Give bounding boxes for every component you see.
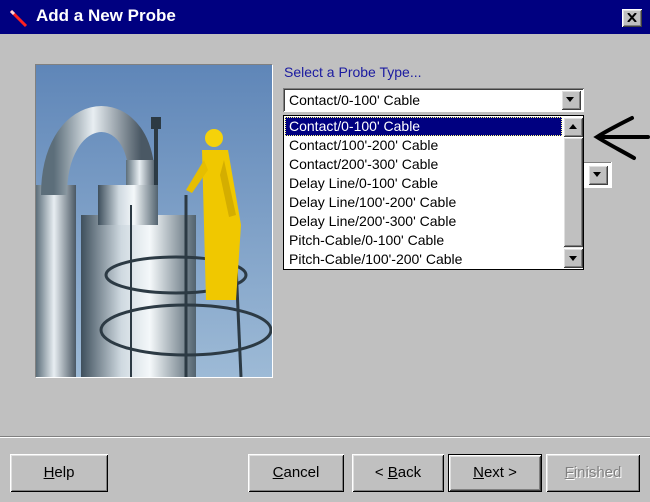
arrow-up-icon [569, 124, 577, 129]
list-item[interactable]: Contact/100'-200' Cable [285, 136, 562, 155]
scroll-up-button[interactable] [563, 117, 583, 137]
finished-button: Finished [546, 454, 640, 492]
help-button[interactable]: Help [10, 454, 108, 492]
probe-type-select-value: Contact/0-100' Cable [289, 92, 421, 108]
chevron-down-icon [566, 97, 574, 102]
back-button[interactable]: < Back [352, 454, 444, 492]
list-item[interactable]: Pitch-Cable/100'-200' Cable [285, 250, 562, 269]
close-button[interactable] [622, 9, 642, 27]
next-button[interactable]: Next > [448, 454, 542, 492]
probe-type-dropdown-button[interactable] [561, 90, 581, 110]
window-title: Add a New Probe [36, 6, 176, 25]
arrow-down-icon [569, 256, 577, 261]
close-icon [627, 13, 637, 22]
list-item[interactable]: Delay Line/0-100' Cable [285, 174, 562, 193]
secondary-dropdown-button[interactable] [588, 165, 608, 185]
listbox-scrollbar[interactable] [563, 117, 583, 268]
footer-divider [0, 436, 650, 438]
list-item[interactable]: Contact/200'-300' Cable [285, 155, 562, 174]
cancel-button[interactable]: Cancel [248, 454, 344, 492]
probe-type-select[interactable]: Contact/0-100' Cable [283, 88, 584, 112]
scroll-down-button[interactable] [563, 248, 583, 268]
scroll-thumb[interactable] [563, 137, 583, 247]
probe-illustration [35, 64, 273, 378]
annotation-arrow-icon [593, 116, 650, 160]
probe-type-listbox[interactable]: Contact/0-100' Cable Contact/100'-200' C… [283, 115, 584, 270]
list-item[interactable]: Delay Line/100'-200' Cable [285, 193, 562, 212]
probe-icon [9, 9, 28, 28]
list-item[interactable]: Delay Line/200'-300' Cable [285, 212, 562, 231]
list-item[interactable]: Contact/0-100' Cable [285, 117, 562, 136]
probe-type-label: Select a Probe Type... [284, 64, 422, 80]
chevron-down-icon [593, 172, 601, 177]
list-item[interactable]: Pitch-Cable/0-100' Cable [285, 231, 562, 250]
